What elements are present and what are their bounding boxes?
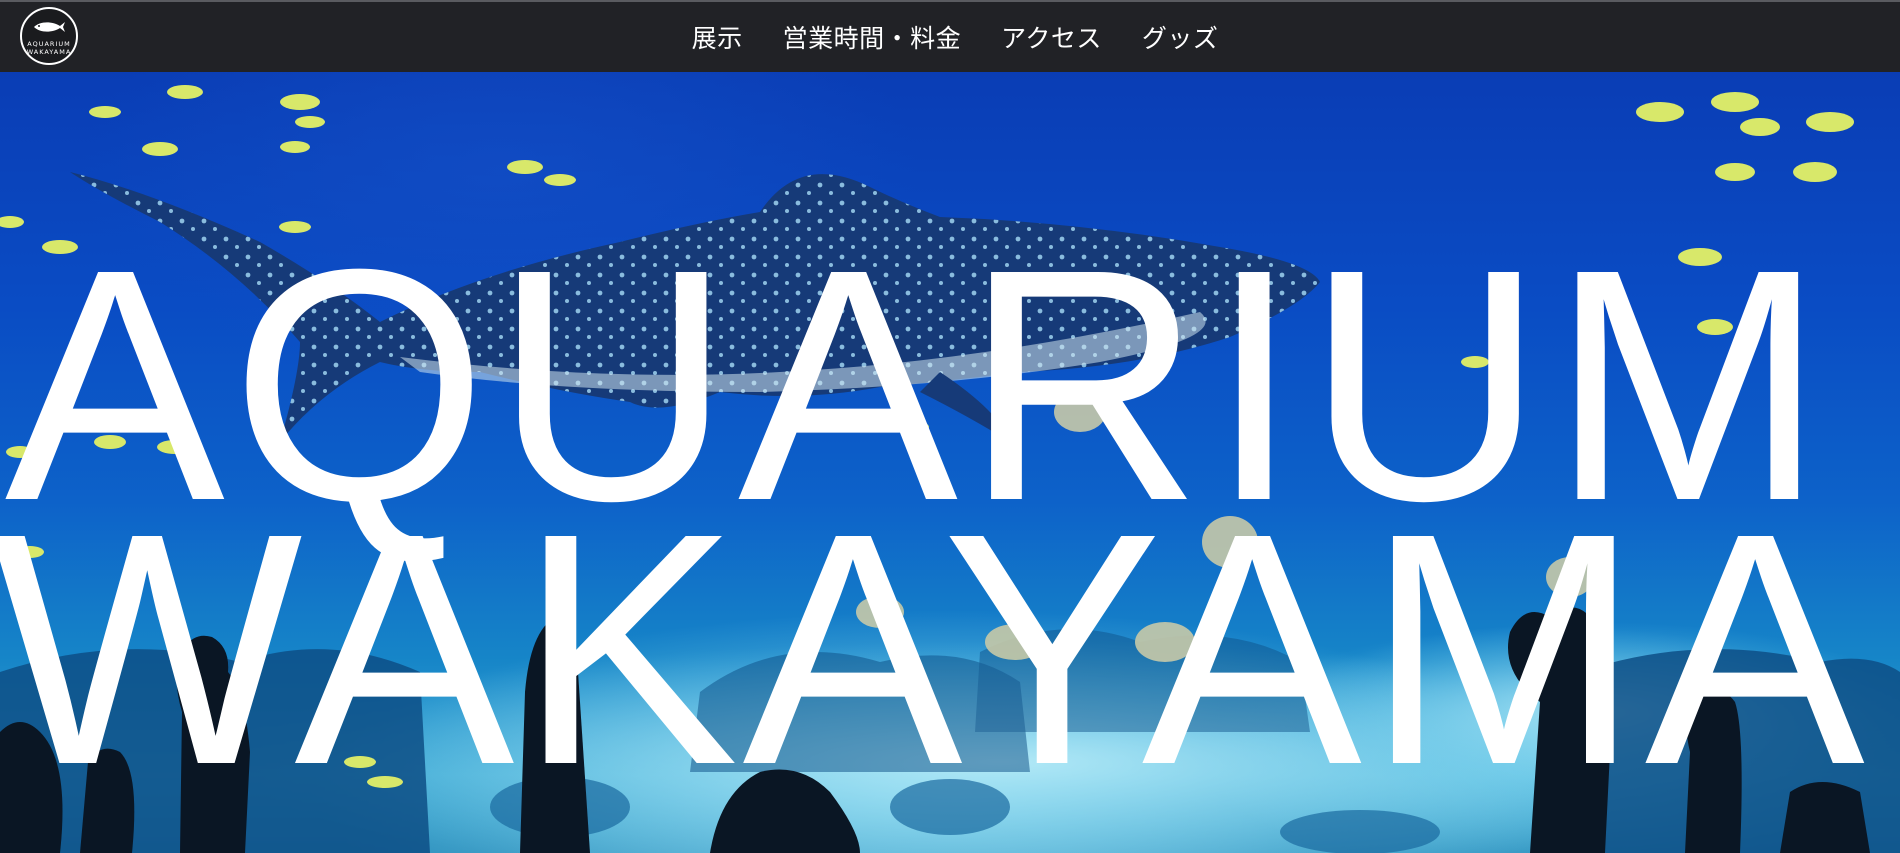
nav-item-hours-fees[interactable]: 営業時間・料金 bbox=[783, 19, 962, 55]
hero-section: AQUARIUM WAKAYAMA bbox=[0, 72, 1900, 853]
site-header: AQUARIUM WAKAYAMA 展示 営業時間・料金 アクセス グッズ bbox=[0, 0, 1900, 72]
nav-item-goods[interactable]: グッズ bbox=[1142, 19, 1219, 55]
nav-item-exhibits[interactable]: 展示 bbox=[692, 19, 743, 55]
main-nav: 展示 営業時間・料金 アクセス グッズ bbox=[0, 2, 1900, 72]
nav-item-access[interactable]: アクセス bbox=[1001, 19, 1102, 55]
hero-title-line2: WAKAYAMA bbox=[0, 464, 1869, 833]
